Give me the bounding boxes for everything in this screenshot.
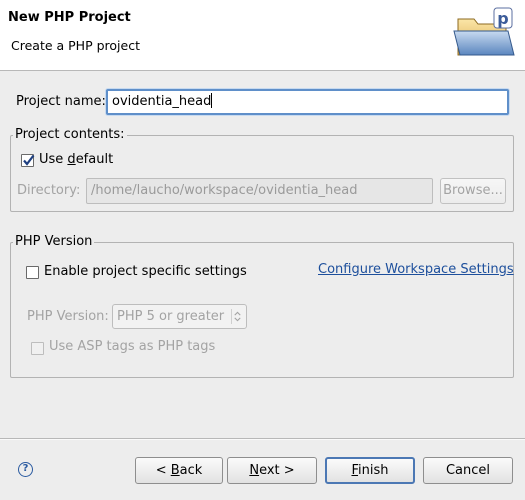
browse-button[interactable]: Browse... [440,178,506,204]
use-default-label[interactable]: Use default [39,152,113,167]
php-version-legend: PHP Version [13,234,95,249]
use-default-checkbox[interactable] [21,154,35,167]
finish-button[interactable]: Finish [325,457,415,484]
checkmark-icon [23,154,35,166]
asp-tags-checkbox[interactable] [31,342,44,355]
project-name-input[interactable]: ovidentia_head [106,89,509,115]
svg-text:p: p [497,9,508,28]
enable-project-settings-label[interactable]: Enable project specific settings [44,264,247,279]
help-icon[interactable]: ? [18,462,33,477]
php-project-folder-icon: p [453,7,515,56]
directory-input[interactable]: /home/laucho/workspace/ovidentia_head [86,178,433,204]
updown-arrows-icon [231,309,241,324]
configure-workspace-settings-link[interactable]: Configure Workspace Settings [318,262,514,277]
wizard-title: New PHP Project [8,10,131,25]
text-caret [211,93,213,108]
cancel-button[interactable]: Cancel [423,457,513,484]
php-version-selected-value: PHP 5 or greater [117,309,225,324]
next-button[interactable]: Next > [227,457,317,484]
wizard-description: Create a PHP project [11,38,140,53]
enable-project-settings-checkbox[interactable] [26,266,39,279]
footer-separator [0,438,525,440]
php-version-label: PHP Version: [27,309,109,324]
back-button[interactable]: < Back [135,457,223,484]
project-contents-legend: Project contents: [13,127,127,142]
directory-label: Directory: [17,183,81,198]
wizard-header: New PHP Project Create a PHP project p [0,0,525,71]
project-name-value: ovidentia_head [112,94,212,109]
asp-tags-label: Use ASP tags as PHP tags [49,339,216,354]
project-name-label: Project name: [16,94,106,109]
php-version-select[interactable]: PHP 5 or greater [112,304,247,329]
